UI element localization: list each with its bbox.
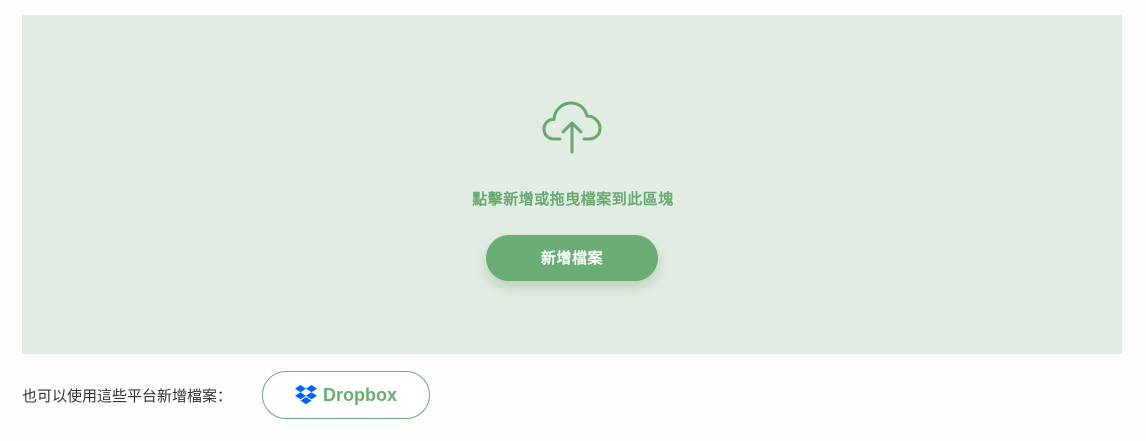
dropzone-hint: 點擊新增或拖曳檔案到此區塊 — [472, 190, 674, 208]
file-dropzone[interactable] — [22, 15, 1122, 354]
dropbox-icon — [295, 385, 317, 405]
upload-page: 點擊新增或拖曳檔案到此區塊 新增檔案 也可以使用這些平台新增檔案： Dropbo… — [0, 0, 1146, 441]
cloud-upload-icon — [541, 98, 603, 154]
dropbox-button[interactable]: Dropbox — [262, 371, 430, 419]
alternative-platforms-label: 也可以使用這些平台新增檔案： — [22, 387, 233, 405]
dropbox-label: Dropbox — [323, 384, 397, 405]
add-file-button[interactable]: 新增檔案 — [486, 235, 658, 281]
